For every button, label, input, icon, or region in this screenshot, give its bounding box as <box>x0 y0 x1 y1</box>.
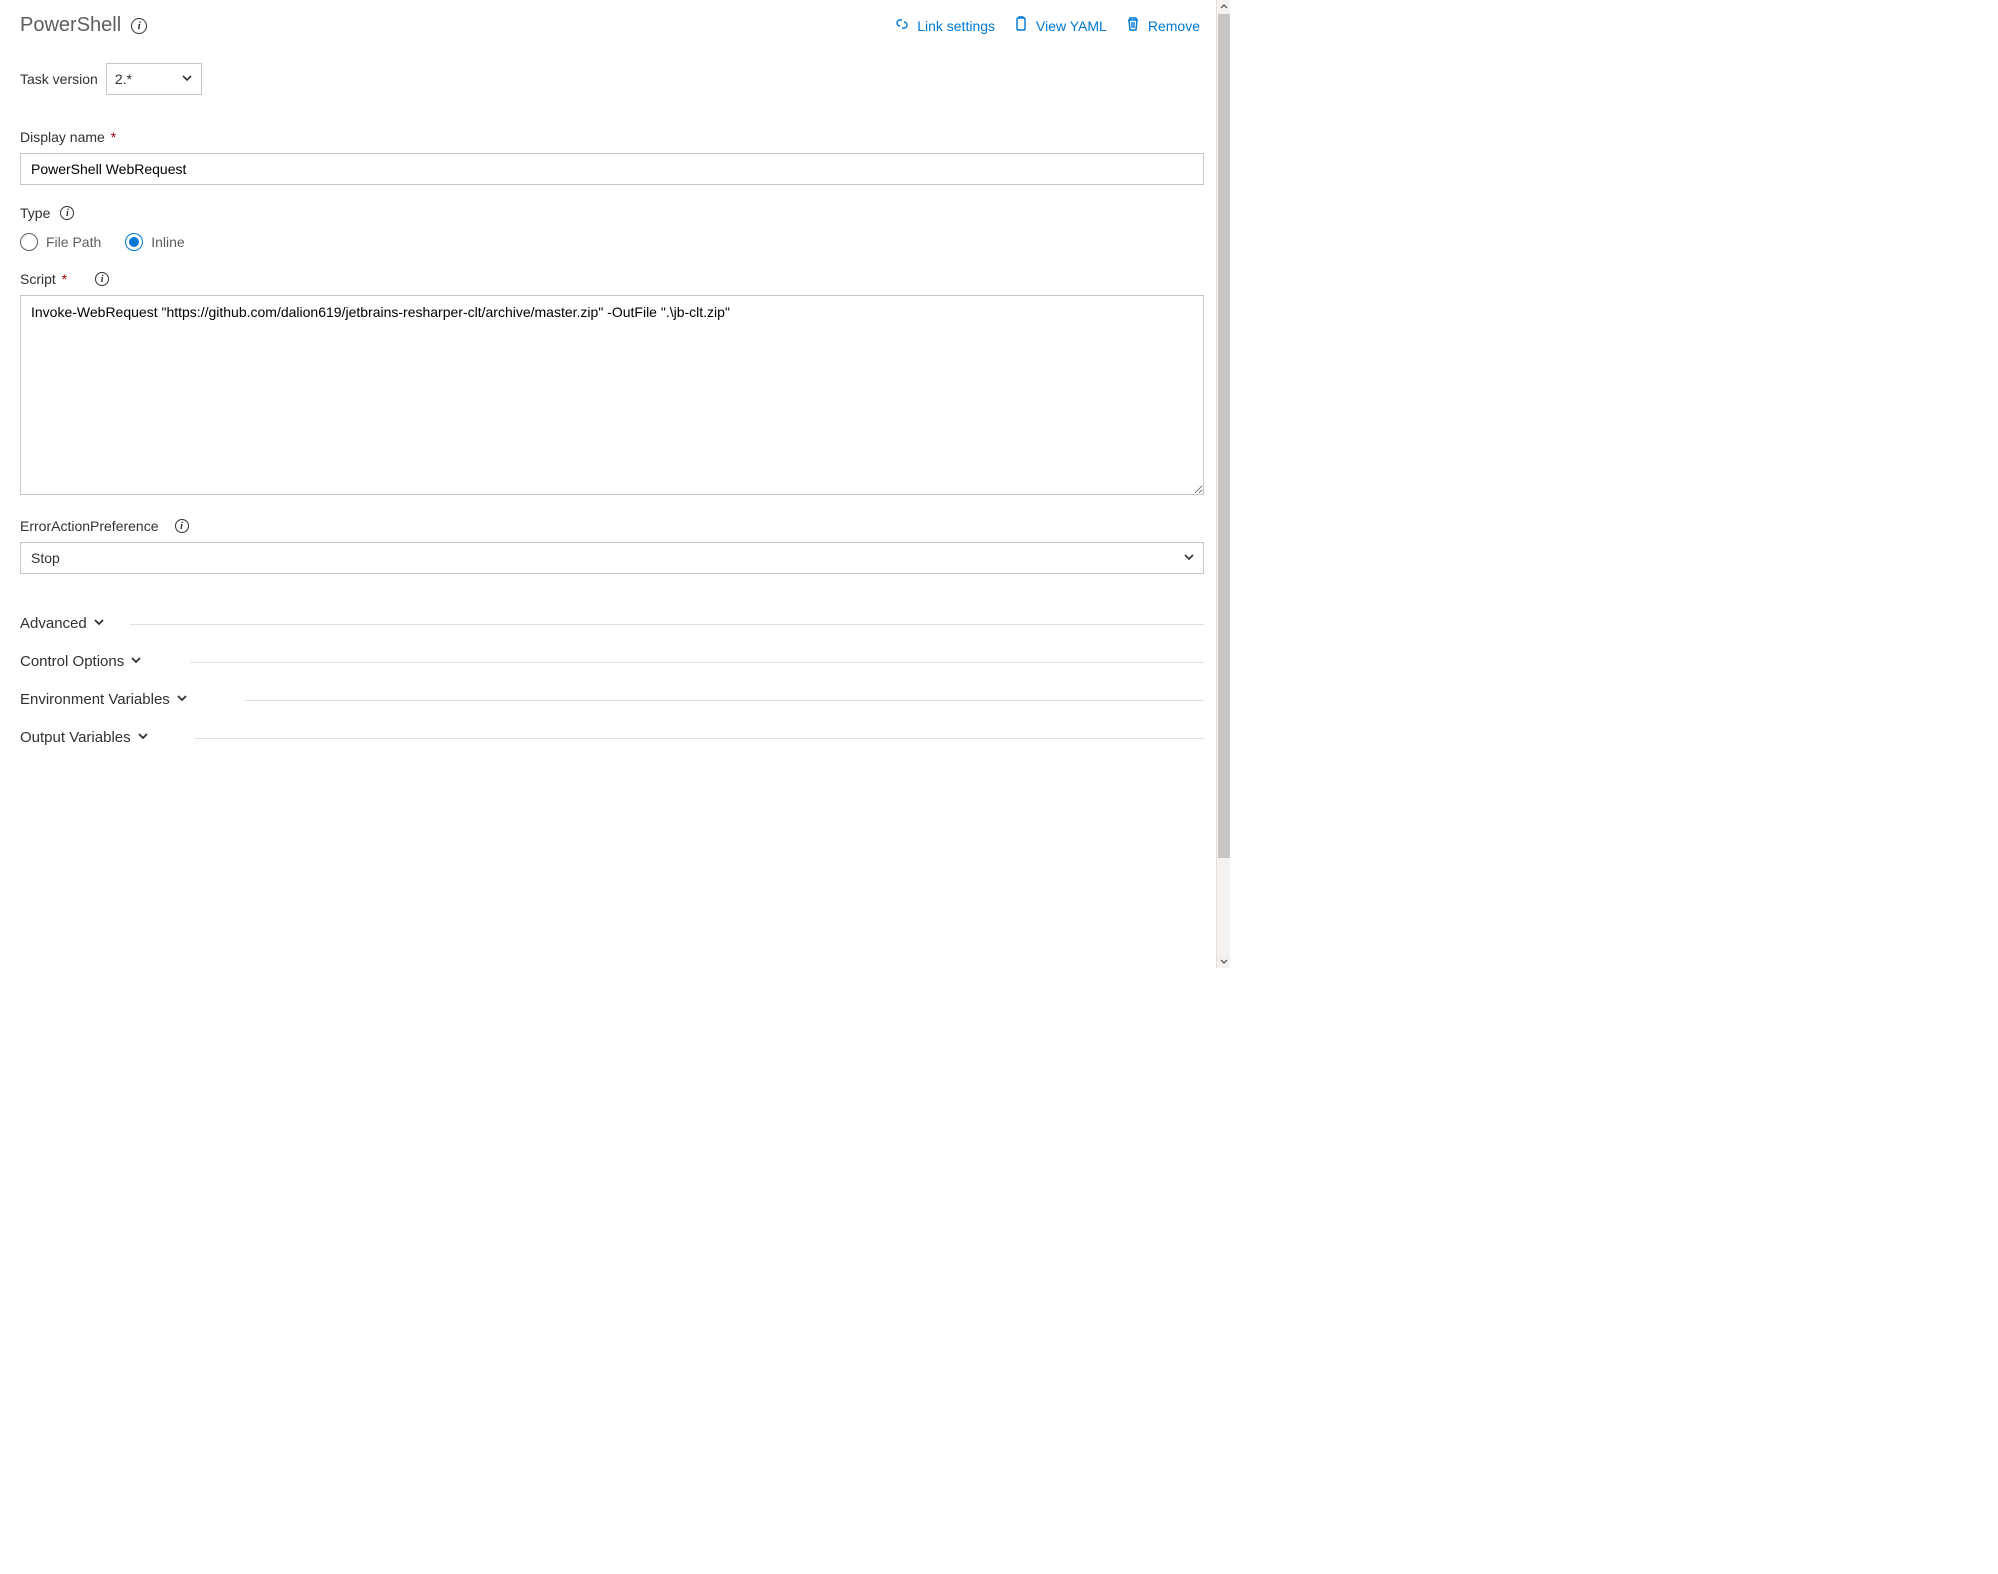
section-output-variables[interactable]: Output Variables <box>20 718 1204 756</box>
info-icon[interactable]: i <box>175 519 189 533</box>
trash-icon <box>1125 16 1141 35</box>
section-control-options-label: Control Options <box>20 653 124 670</box>
chevron-down-icon <box>1183 550 1195 566</box>
chevron-down-icon <box>130 653 142 670</box>
task-version-label: Task version <box>20 71 98 87</box>
link-icon <box>894 16 910 35</box>
display-name-input[interactable] <box>20 153 1204 185</box>
error-action-value: Stop <box>31 550 60 566</box>
type-radio-file-path[interactable]: File Path <box>20 233 101 251</box>
scroll-up-button[interactable] <box>1217 0 1231 14</box>
section-advanced[interactable]: Advanced <box>20 604 1204 642</box>
link-settings-button[interactable]: Link settings <box>894 16 995 35</box>
chevron-down-icon <box>181 71 193 87</box>
scrollbar-thumb[interactable] <box>1218 14 1230 858</box>
display-name-label: Display name * <box>20 129 116 145</box>
view-yaml-label: View YAML <box>1036 18 1107 34</box>
type-radio-file-path-label: File Path <box>46 234 101 250</box>
info-icon[interactable]: i <box>60 206 74 220</box>
view-yaml-button[interactable]: View YAML <box>1013 16 1107 35</box>
chevron-down-icon <box>176 691 188 708</box>
error-action-select[interactable]: Stop <box>20 542 1204 574</box>
type-radio-inline-label: Inline <box>151 234 184 250</box>
script-label: Script * <box>20 271 67 287</box>
section-output-vars-label: Output Variables <box>20 729 131 746</box>
info-icon[interactable]: i <box>131 18 147 34</box>
chevron-down-icon <box>137 729 149 746</box>
task-version-select[interactable]: 2.* <box>106 63 202 95</box>
remove-button[interactable]: Remove <box>1125 16 1200 35</box>
scroll-down-button[interactable] <box>1217 954 1231 968</box>
chevron-down-icon <box>93 615 105 632</box>
task-version-value: 2.* <box>115 71 132 87</box>
section-environment-variables[interactable]: Environment Variables <box>20 680 1204 718</box>
error-action-label: ErrorActionPreference <box>20 518 159 534</box>
type-radio-inline[interactable]: Inline <box>125 233 184 251</box>
radio-icon <box>125 233 143 251</box>
info-icon[interactable]: i <box>95 272 109 286</box>
remove-label: Remove <box>1148 18 1200 34</box>
link-settings-label: Link settings <box>917 18 995 34</box>
radio-icon <box>20 233 38 251</box>
header-row: PowerShell i Link settings View Y <box>20 14 1204 37</box>
section-advanced-label: Advanced <box>20 615 87 632</box>
scrollbar[interactable] <box>1216 0 1230 968</box>
clipboard-icon <box>1013 16 1029 35</box>
script-textarea[interactable] <box>20 295 1204 495</box>
section-control-options[interactable]: Control Options <box>20 642 1204 680</box>
section-env-vars-label: Environment Variables <box>20 691 170 708</box>
page-title: PowerShell <box>20 14 121 37</box>
type-label: Type <box>20 205 50 221</box>
